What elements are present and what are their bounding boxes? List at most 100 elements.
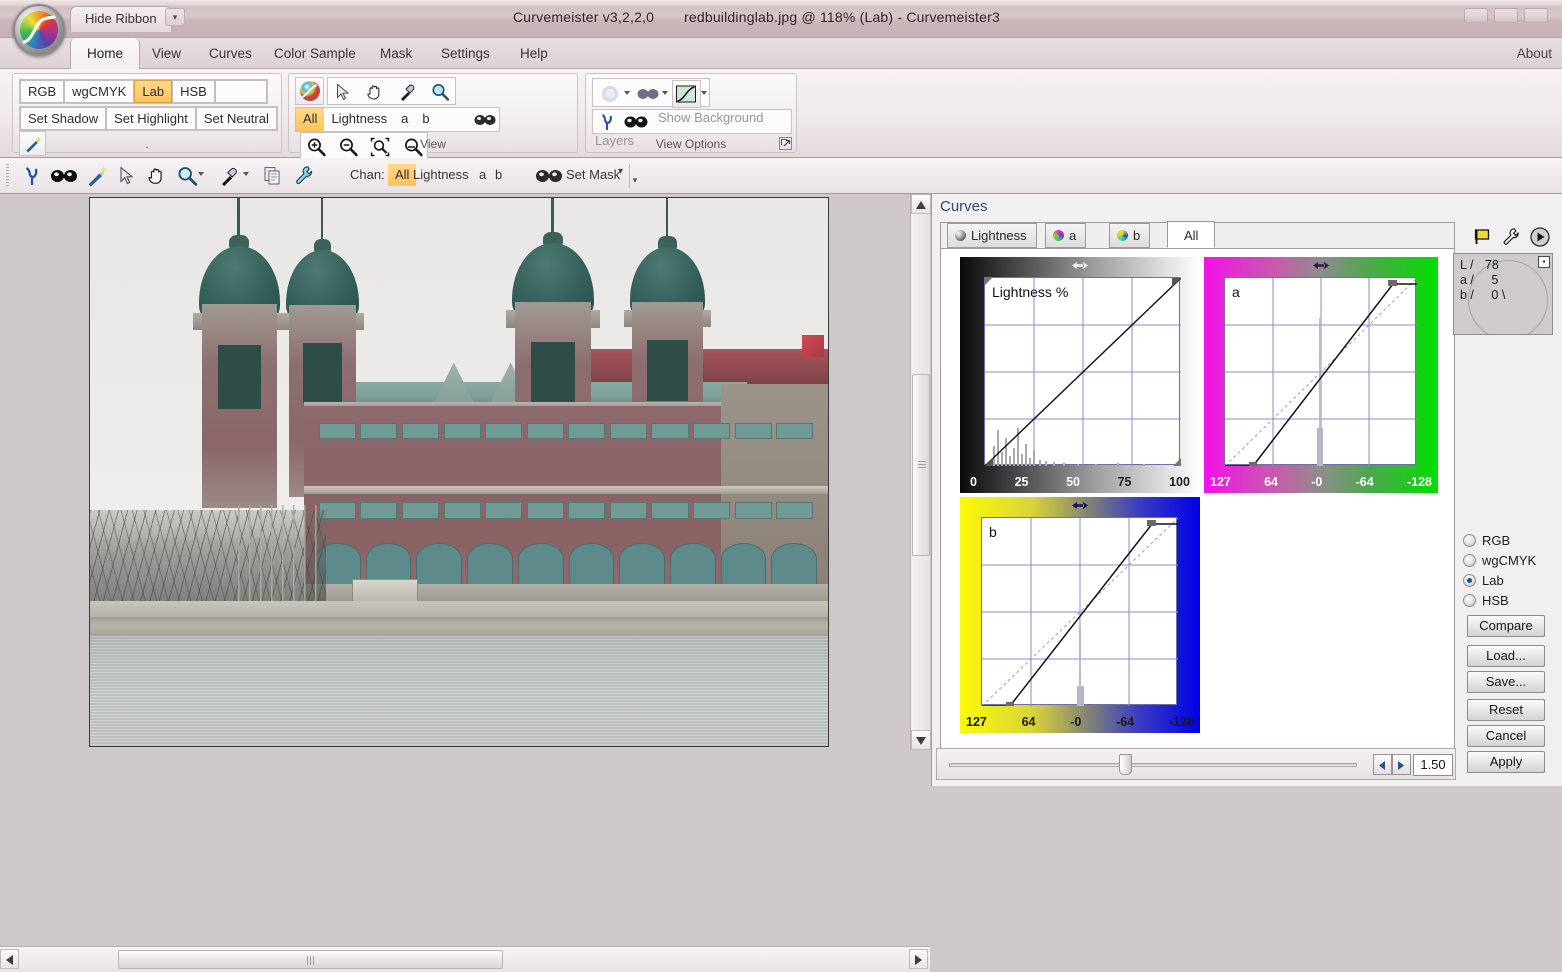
chevron-down-icon[interactable] (662, 91, 669, 95)
toolbar-channel-a[interactable]: a (479, 167, 486, 182)
set-highlight-button[interactable]: Set Highlight (106, 107, 196, 130)
b-ramp-handle[interactable] (1072, 499, 1088, 509)
view-channel-lightness[interactable]: Lightness (324, 108, 394, 131)
wrench-icon[interactable] (289, 162, 318, 190)
scroll-right-button[interactable] (909, 949, 928, 969)
toolbar-overflow-button[interactable]: ▾ (629, 164, 640, 188)
apply-button[interactable]: Apply (1467, 751, 1545, 773)
curve-tab-b[interactable]: b (1109, 223, 1151, 248)
vertical-scrollbar[interactable] (910, 194, 931, 750)
dialog-launcher-icon[interactable] (779, 137, 792, 150)
toolbar-channel-lightness[interactable]: Lightness (413, 167, 469, 182)
magnifier-icon[interactable] (426, 78, 455, 106)
horizontal-scrollbar[interactable] (0, 946, 930, 972)
b-plot-area[interactable]: b (981, 517, 1178, 706)
mask-glasses-icon[interactable] (622, 110, 650, 133)
toolbar-channel-b[interactable]: b (495, 167, 502, 182)
mode-lab-button[interactable]: Lab (134, 80, 173, 103)
photo-canvas[interactable] (89, 197, 829, 747)
curve-tab-all[interactable]: All (1167, 221, 1216, 248)
radio-wgcmyk[interactable]: wgCMYK (1463, 553, 1536, 568)
hand-icon[interactable] (142, 162, 171, 190)
slider-decrement-button[interactable] (1373, 754, 1392, 775)
scroll-up-button[interactable] (911, 194, 931, 214)
toolbar-grip[interactable] (6, 164, 9, 188)
slider-track[interactable] (949, 763, 1357, 767)
flag-icon[interactable] (1474, 228, 1492, 246)
about-button[interactable]: About (1517, 38, 1552, 69)
mask-glasses-icon[interactable] (533, 162, 565, 190)
curve-tab-lightness[interactable]: Lightness (947, 223, 1037, 248)
lightness-plot-area[interactable]: Lightness % (984, 277, 1181, 466)
save-button[interactable]: Save... (1467, 671, 1545, 693)
tab-home[interactable]: Home (70, 38, 141, 69)
radio-lab[interactable]: Lab (1463, 573, 1504, 588)
application-orb-button[interactable] (13, 4, 65, 56)
curve-thumbnail-icon[interactable] (671, 80, 701, 108)
load-button[interactable]: Load... (1467, 645, 1545, 667)
tab-color-sample[interactable]: Color Sample (258, 38, 372, 69)
scroll-left-button[interactable] (0, 949, 19, 969)
play-icon[interactable] (1530, 227, 1550, 247)
view-channel-b[interactable]: b (415, 108, 436, 131)
a-ramp-handle[interactable] (1313, 259, 1329, 269)
magic-wand-icon[interactable] (82, 162, 111, 190)
mask-glasses-icon[interactable] (470, 108, 499, 131)
eyedropper-icon[interactable] (215, 162, 244, 190)
tab-mask[interactable]: Mask (364, 38, 428, 69)
ribbon-options-dropdown[interactable]: ▾ (165, 8, 185, 26)
mask-glasses-icon[interactable] (633, 80, 662, 108)
copy-icon[interactable] (258, 162, 287, 190)
curve-tab-a[interactable]: a (1045, 223, 1087, 248)
compare-button[interactable]: Compare (1467, 615, 1545, 637)
radio-hsb[interactable]: HSB (1463, 593, 1509, 608)
wrench-icon[interactable] (1502, 228, 1520, 246)
set-neutral-button[interactable]: Set Neutral (195, 107, 277, 130)
blur-preview-icon[interactable] (595, 80, 624, 108)
pin-icon[interactable] (595, 110, 619, 133)
minimize-button[interactable] (1464, 8, 1488, 23)
cancel-button[interactable]: Cancel (1467, 725, 1545, 747)
chevron-down-icon[interactable]: ▾ (618, 166, 623, 177)
maximize-button[interactable] (1494, 8, 1518, 23)
image-viewport[interactable] (0, 194, 910, 750)
view-channel-all[interactable]: All (296, 108, 325, 131)
tab-settings[interactable]: Settings (425, 38, 506, 69)
arrow-cursor-icon[interactable] (328, 78, 357, 106)
mode-rgb-button[interactable]: RGB (20, 80, 65, 103)
set-mask-button[interactable]: Set Mask (566, 167, 620, 182)
set-shadow-button[interactable]: Set Shadow (20, 107, 107, 130)
chevron-down-icon[interactable] (700, 91, 707, 95)
color-orb-icon[interactable] (295, 77, 324, 105)
chart-a-curve[interactable]: a 127 64 -0 -64 -128 (1204, 257, 1438, 493)
lightness-ramp-handle[interactable] (1072, 259, 1088, 269)
mask-glasses-icon[interactable] (48, 162, 80, 190)
chevron-down-icon[interactable] (624, 91, 630, 95)
view-channel-a[interactable]: a (394, 108, 415, 131)
pin-icon[interactable] (17, 162, 46, 190)
slider-value-field[interactable]: 1.50 (1413, 754, 1453, 776)
tab-curves[interactable]: Curves (193, 38, 268, 69)
chevron-down-icon[interactable] (243, 172, 249, 176)
magnifier-icon[interactable] (172, 162, 201, 190)
close-button[interactable] (1524, 8, 1548, 23)
reset-button[interactable]: Reset (1467, 699, 1545, 721)
mode-wgcmyk-button[interactable]: wgCMYK (64, 80, 135, 103)
a-plot-area[interactable]: a (1224, 277, 1417, 466)
slider-thumb[interactable] (1119, 754, 1132, 775)
tab-view[interactable]: View (136, 38, 197, 69)
slider-increment-button[interactable] (1392, 754, 1411, 775)
tab-help[interactable]: Help (504, 38, 564, 69)
chart-lightness-curve[interactable]: Lightness % 0 25 50 75 100 (960, 257, 1200, 493)
chevron-down-icon[interactable] (198, 172, 204, 176)
vertical-scroll-thumb[interactable] (912, 374, 930, 556)
scroll-down-button[interactable] (911, 730, 931, 750)
eyedropper-icon[interactable] (393, 78, 422, 106)
arrow-cursor-icon[interactable] (112, 162, 141, 190)
hand-icon[interactable] (361, 78, 390, 106)
mode-hsb-button[interactable]: HSB (172, 80, 215, 103)
horizontal-scroll-thumb[interactable] (118, 950, 503, 969)
radio-rgb[interactable]: RGB (1463, 533, 1510, 548)
chart-b-curve[interactable]: b 127 64 -0 -64 -128 (960, 497, 1200, 733)
hide-ribbon-tab[interactable]: Hide Ribbon (70, 6, 172, 32)
